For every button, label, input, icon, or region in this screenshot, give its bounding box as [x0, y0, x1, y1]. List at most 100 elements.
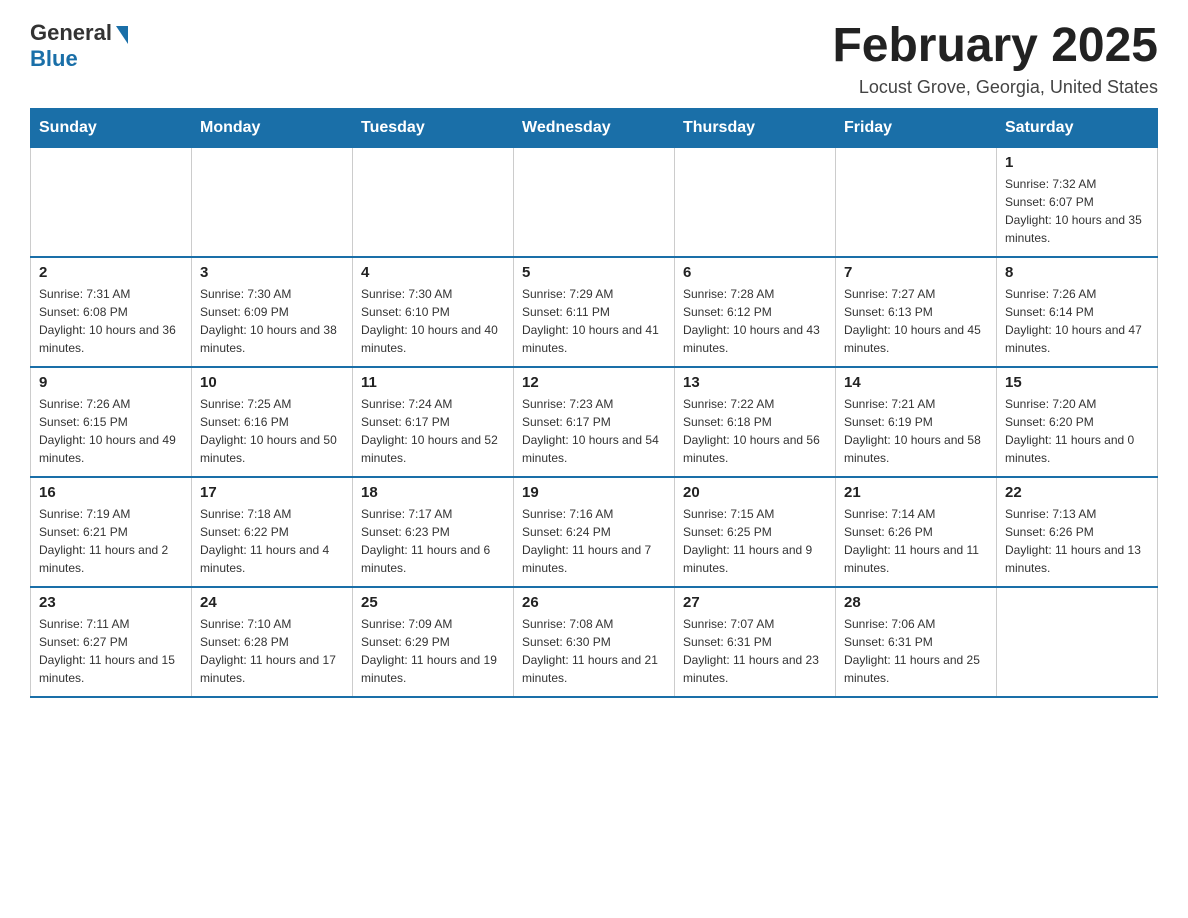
calendar-cell: 12 Sunrise: 7:23 AMSunset: 6:17 PMDayligh…	[514, 367, 675, 477]
day-number: 12	[522, 374, 666, 391]
calendar-week-row: 9 Sunrise: 7:26 AMSunset: 6:15 PMDaylight…	[31, 367, 1158, 477]
calendar-body: 1Sunrise: 7:32 AMSunset: 6:07 PMDaylight…	[31, 147, 1158, 697]
day-number: 3	[200, 264, 344, 281]
day-info: Sunrise: 7:23 AMSunset: 6:17 PMDaylight:…	[522, 395, 666, 467]
logo-blue-text: Blue	[30, 46, 78, 72]
day-info: Sunrise: 7:31 AMSunset: 6:08 PMDaylight:…	[39, 285, 183, 357]
logo-general-text: General	[30, 20, 112, 46]
day-number: 5	[522, 264, 666, 281]
day-number: 17	[200, 484, 344, 501]
calendar-cell: 19 Sunrise: 7:16 AMSunset: 6:24 PMDayligh…	[514, 477, 675, 587]
day-info: Sunrise: 7:26 AMSunset: 6:14 PMDaylight:…	[1005, 285, 1149, 357]
calendar-cell	[675, 147, 836, 257]
day-info: Sunrise: 7:14 AMSunset: 6:26 PMDaylight:…	[844, 505, 988, 577]
day-number: 19	[522, 484, 666, 501]
day-info: Sunrise: 7:28 AMSunset: 6:12 PMDaylight:…	[683, 285, 827, 357]
calendar-cell: 24 Sunrise: 7:10 AMSunset: 6:28 PMDayligh…	[192, 587, 353, 697]
calendar-cell: 15 Sunrise: 7:20 AMSunset: 6:20 PMDayligh…	[997, 367, 1158, 477]
day-number: 24	[200, 594, 344, 611]
calendar-cell: 8 Sunrise: 7:26 AMSunset: 6:14 PMDaylight…	[997, 257, 1158, 367]
calendar-table: SundayMondayTuesdayWednesdayThursdayFrid…	[30, 108, 1158, 699]
day-info: Sunrise: 7:11 AMSunset: 6:27 PMDaylight:…	[39, 615, 183, 687]
calendar-cell: 5 Sunrise: 7:29 AMSunset: 6:11 PMDaylight…	[514, 257, 675, 367]
logo-arrow-icon	[116, 26, 128, 44]
weekday-header-row: SundayMondayTuesdayWednesdayThursdayFrid…	[31, 108, 1158, 147]
calendar-cell: 2Sunrise: 7:31 AMSunset: 6:08 PMDaylight…	[31, 257, 192, 367]
day-info: Sunrise: 7:10 AMSunset: 6:28 PMDaylight:…	[200, 615, 344, 687]
title-section: February 2025 Locust Grove, Georgia, Uni…	[832, 20, 1158, 98]
day-info: Sunrise: 7:32 AMSunset: 6:07 PMDaylight:…	[1005, 175, 1149, 247]
calendar-cell	[192, 147, 353, 257]
calendar-cell: 22Sunrise: 7:13 AMSunset: 6:26 PMDayligh…	[997, 477, 1158, 587]
day-number: 14	[844, 374, 988, 391]
day-number: 23	[39, 594, 183, 611]
calendar-header: SundayMondayTuesdayWednesdayThursdayFrid…	[31, 108, 1158, 147]
day-number: 22	[1005, 484, 1149, 501]
calendar-cell: 14 Sunrise: 7:21 AMSunset: 6:19 PMDayligh…	[836, 367, 997, 477]
day-info: Sunrise: 7:16 AMSunset: 6:24 PMDaylight:…	[522, 505, 666, 577]
page-header: General Blue February 2025 Locust Grove,…	[30, 20, 1158, 98]
day-info: Sunrise: 7:07 AMSunset: 6:31 PMDaylight:…	[683, 615, 827, 687]
calendar-cell	[836, 147, 997, 257]
day-info: Sunrise: 7:19 AMSunset: 6:21 PMDaylight:…	[39, 505, 183, 577]
weekday-header-saturday: Saturday	[997, 108, 1158, 147]
day-number: 13	[683, 374, 827, 391]
calendar-cell	[514, 147, 675, 257]
calendar-cell	[997, 587, 1158, 697]
calendar-cell: 16 Sunrise: 7:19 AMSunset: 6:21 PMDayligh…	[31, 477, 192, 587]
day-number: 9	[39, 374, 183, 391]
calendar-cell: 10 Sunrise: 7:25 AMSunset: 6:16 PMDayligh…	[192, 367, 353, 477]
calendar-cell: 18 Sunrise: 7:17 AMSunset: 6:23 PMDayligh…	[353, 477, 514, 587]
calendar-cell: 4Sunrise: 7:30 AMSunset: 6:10 PMDaylight…	[353, 257, 514, 367]
day-number: 15	[1005, 374, 1149, 391]
day-number: 7	[844, 264, 988, 281]
calendar-week-row: 1Sunrise: 7:32 AMSunset: 6:07 PMDaylight…	[31, 147, 1158, 257]
calendar-cell: 6 Sunrise: 7:28 AMSunset: 6:12 PMDaylight…	[675, 257, 836, 367]
day-number: 6	[683, 264, 827, 281]
calendar-cell: 17 Sunrise: 7:18 AMSunset: 6:22 PMDayligh…	[192, 477, 353, 587]
day-info: Sunrise: 7:29 AMSunset: 6:11 PMDaylight:…	[522, 285, 666, 357]
day-number: 16	[39, 484, 183, 501]
logo: General Blue	[30, 20, 128, 72]
calendar-cell	[353, 147, 514, 257]
day-info: Sunrise: 7:20 AMSunset: 6:20 PMDaylight:…	[1005, 395, 1149, 467]
day-number: 8	[1005, 264, 1149, 281]
weekday-header-friday: Friday	[836, 108, 997, 147]
calendar-week-row: 16 Sunrise: 7:19 AMSunset: 6:21 PMDayligh…	[31, 477, 1158, 587]
calendar-cell	[31, 147, 192, 257]
day-info: Sunrise: 7:24 AMSunset: 6:17 PMDaylight:…	[361, 395, 505, 467]
day-number: 11	[361, 374, 505, 391]
day-info: Sunrise: 7:30 AMSunset: 6:10 PMDaylight:…	[361, 285, 505, 357]
day-info: Sunrise: 7:06 AMSunset: 6:31 PMDaylight:…	[844, 615, 988, 687]
weekday-header-monday: Monday	[192, 108, 353, 147]
day-info: Sunrise: 7:15 AMSunset: 6:25 PMDaylight:…	[683, 505, 827, 577]
day-info: Sunrise: 7:30 AMSunset: 6:09 PMDaylight:…	[200, 285, 344, 357]
day-info: Sunrise: 7:27 AMSunset: 6:13 PMDaylight:…	[844, 285, 988, 357]
day-number: 25	[361, 594, 505, 611]
day-info: Sunrise: 7:08 AMSunset: 6:30 PMDaylight:…	[522, 615, 666, 687]
calendar-week-row: 23 Sunrise: 7:11 AMSunset: 6:27 PMDayligh…	[31, 587, 1158, 697]
day-number: 18	[361, 484, 505, 501]
calendar-week-row: 2Sunrise: 7:31 AMSunset: 6:08 PMDaylight…	[31, 257, 1158, 367]
calendar-cell: 11 Sunrise: 7:24 AMSunset: 6:17 PMDayligh…	[353, 367, 514, 477]
day-number: 26	[522, 594, 666, 611]
calendar-cell: 20Sunrise: 7:15 AMSunset: 6:25 PMDayligh…	[675, 477, 836, 587]
day-info: Sunrise: 7:25 AMSunset: 6:16 PMDaylight:…	[200, 395, 344, 467]
day-info: Sunrise: 7:17 AMSunset: 6:23 PMDaylight:…	[361, 505, 505, 577]
calendar-cell: 25 Sunrise: 7:09 AMSunset: 6:29 PMDayligh…	[353, 587, 514, 697]
day-info: Sunrise: 7:21 AMSunset: 6:19 PMDaylight:…	[844, 395, 988, 467]
day-number: 10	[200, 374, 344, 391]
calendar-cell: 28 Sunrise: 7:06 AMSunset: 6:31 PMDayligh…	[836, 587, 997, 697]
calendar-cell: 26 Sunrise: 7:08 AMSunset: 6:30 PMDayligh…	[514, 587, 675, 697]
calendar-cell: 27 Sunrise: 7:07 AMSunset: 6:31 PMDayligh…	[675, 587, 836, 697]
calendar-cell: 23 Sunrise: 7:11 AMSunset: 6:27 PMDayligh…	[31, 587, 192, 697]
day-info: Sunrise: 7:09 AMSunset: 6:29 PMDaylight:…	[361, 615, 505, 687]
weekday-header-thursday: Thursday	[675, 108, 836, 147]
calendar-cell: 7 Sunrise: 7:27 AMSunset: 6:13 PMDaylight…	[836, 257, 997, 367]
day-info: Sunrise: 7:18 AMSunset: 6:22 PMDaylight:…	[200, 505, 344, 577]
calendar-cell: 21Sunrise: 7:14 AMSunset: 6:26 PMDayligh…	[836, 477, 997, 587]
day-number: 27	[683, 594, 827, 611]
day-info: Sunrise: 7:26 AMSunset: 6:15 PMDaylight:…	[39, 395, 183, 467]
day-number: 28	[844, 594, 988, 611]
day-info: Sunrise: 7:22 AMSunset: 6:18 PMDaylight:…	[683, 395, 827, 467]
